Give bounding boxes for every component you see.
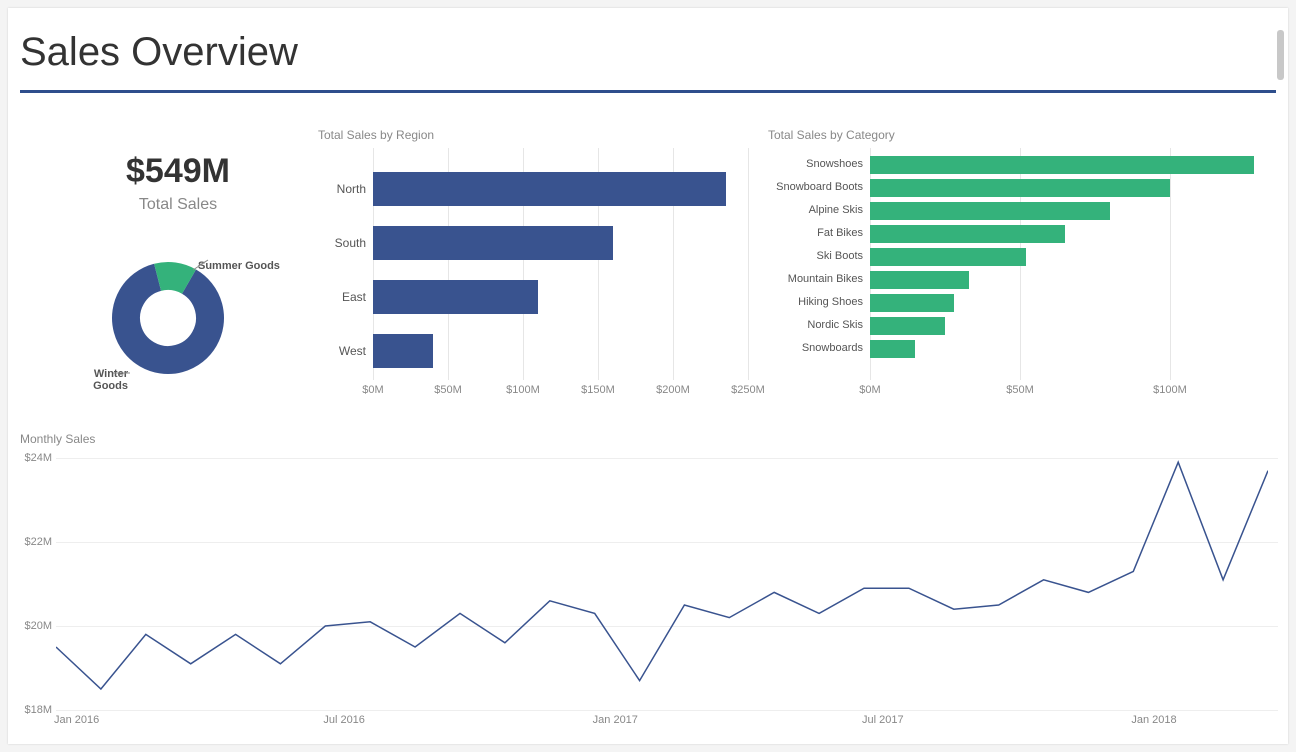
axis-tick: Jan 2016: [54, 714, 99, 726]
monthly-line-chart[interactable]: $18M $20M $22M $24M Jan 2016 Jul 2016 Jan 2017…: [18, 428, 1278, 738]
category-bar-chart[interactable]: $0M $50M $100M Snowshoes Snowboard Boots Alpi…: [768, 148, 1268, 408]
donut-legend-summer: Summer Goods: [198, 260, 280, 272]
bar-category-label: West: [318, 344, 366, 358]
bar-row: Alpine Skis: [768, 200, 1268, 222]
bar-category-label: East: [318, 290, 366, 304]
bar[interactable]: [870, 340, 915, 358]
axis-tick: Jul 2017: [862, 714, 904, 726]
kpi-value: $549M: [78, 152, 278, 191]
axis-tick: $100M: [506, 384, 540, 396]
bar-category-label: Hiking Shoes: [768, 296, 863, 308]
bar[interactable]: [870, 202, 1110, 220]
bar-row: Hiking Shoes: [768, 292, 1268, 314]
axis-tick: Jan 2018: [1131, 714, 1176, 726]
axis-tick: $22M: [18, 536, 52, 548]
scrollbar-thumb[interactable]: [1277, 30, 1284, 80]
axis-tick: $150M: [581, 384, 615, 396]
axis-tick: $200M: [656, 384, 690, 396]
bar-row: Ski Boots: [768, 246, 1268, 268]
axis-tick: $24M: [18, 452, 52, 464]
axis-tick: Jul 2016: [323, 714, 365, 726]
bar[interactable]: [373, 226, 613, 260]
bar-category-label: Fat Bikes: [768, 227, 863, 239]
title-rule: [20, 90, 1276, 93]
bar-row: Nordic Skis: [768, 315, 1268, 337]
bar-row: Mountain Bikes: [768, 269, 1268, 291]
bar[interactable]: [870, 156, 1254, 174]
bar[interactable]: [870, 317, 945, 335]
bar[interactable]: [870, 225, 1065, 243]
bar-row: Snowboards: [768, 338, 1268, 360]
bar-category-label: Ski Boots: [768, 250, 863, 262]
axis-tick: $50M: [434, 384, 462, 396]
bar-row: South: [318, 222, 748, 262]
axis-tick: $100M: [1153, 384, 1187, 396]
bar-row: North: [318, 168, 748, 208]
axis-tick: $50M: [1006, 384, 1034, 396]
axis-tick: $0M: [859, 384, 880, 396]
axis-tick: $18M: [18, 704, 52, 716]
region-bar-chart[interactable]: $0M$50M$100M$150M$200M$250MNorthSouthEas…: [318, 148, 748, 408]
bar-category-label: South: [318, 236, 366, 250]
bar[interactable]: [870, 248, 1026, 266]
category-chart-title: Total Sales by Category: [768, 128, 895, 142]
bar-row: Fat Bikes: [768, 223, 1268, 245]
region-chart-title: Total Sales by Region: [318, 128, 434, 142]
page-title: Sales Overview: [20, 30, 298, 75]
bar[interactable]: [870, 179, 1170, 197]
bar[interactable]: [870, 294, 954, 312]
bar-category-label: Snowboard Boots: [768, 181, 863, 193]
bar-row: Snowboard Boots: [768, 177, 1268, 199]
bar-category-label: Nordic Skis: [768, 319, 863, 331]
donut-chart[interactable]: [108, 258, 228, 378]
bar-row: East: [318, 276, 748, 316]
bar-category-label: North: [318, 182, 366, 196]
donut-legend-winter: Winter Goods: [58, 368, 128, 392]
bar-row: West: [318, 330, 748, 370]
axis-tick: Jan 2017: [593, 714, 638, 726]
bar[interactable]: [870, 271, 969, 289]
axis-tick: $250M: [731, 384, 765, 396]
axis-tick: $0M: [362, 384, 383, 396]
bar-category-label: Alpine Skis: [768, 204, 863, 216]
dashboard-canvas: Sales Overview $549M Total Sales Summer …: [8, 8, 1288, 744]
bar-category-label: Mountain Bikes: [768, 273, 863, 285]
bar-category-label: Snowboards: [768, 342, 863, 354]
axis-tick: $20M: [18, 620, 52, 632]
bar[interactable]: [373, 172, 726, 206]
line-plot[interactable]: [56, 458, 1268, 710]
bar[interactable]: [373, 334, 433, 368]
bar-row: Snowshoes: [768, 154, 1268, 176]
kpi-label: Total Sales: [78, 196, 278, 214]
bar-category-label: Snowshoes: [768, 158, 863, 170]
bar[interactable]: [373, 280, 538, 314]
